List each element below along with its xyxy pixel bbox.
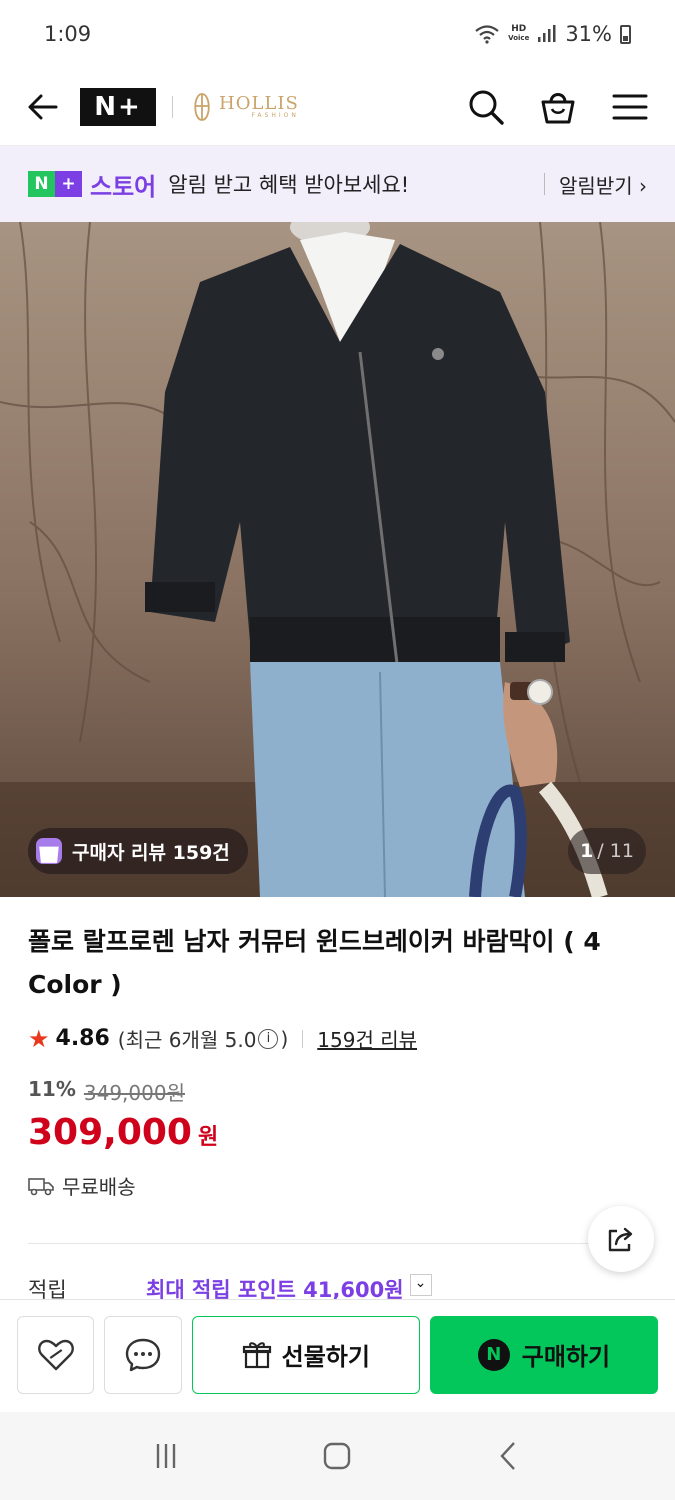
buy-button[interactable]: N 구매하기 [429,1315,658,1394]
nplus-store-logo[interactable]: N+ [80,87,156,126]
naver-pay-icon: N [477,1338,510,1371]
signal-icon [538,25,556,42]
review-chip-label: 구매자 리뷰 159건 [72,841,230,864]
discount-row: 11% 349,000원 [28,1077,648,1106]
menu-icon[interactable] [611,88,649,126]
buyer-review-chip[interactable]: 구매자 리뷰 159건 [28,828,248,874]
review-bag-icon [36,838,62,864]
bottom-action-bar: 선물하기 N 구매하기 [0,1299,675,1409]
shopping-bag-icon[interactable] [539,88,577,126]
wifi-icon [475,25,499,44]
battery-icon [620,24,631,44]
original-price: 349,000원 [83,1081,185,1105]
hd-voice-icon: HD Voice [508,24,530,43]
home-icon[interactable] [320,1439,354,1473]
nplus-badge: N + [28,171,82,197]
banner-store-label: 스토어 [90,172,157,201]
truck-icon [28,1177,54,1195]
battery-percent: 31% [565,22,612,46]
rating-divider [302,1029,304,1048]
notification-banner[interactable]: N + 스토어 알림 받고 혜택 받아보세요! 알림받기 › [0,146,675,222]
brand-sub: FASHION [251,111,299,119]
heart-icon [37,1339,74,1370]
recent-rating-close: ) [280,1026,289,1051]
shipping-label: 무료배송 [62,1175,136,1199]
star-icon: ★ [28,1024,50,1053]
currency-unit: 원 [197,1125,219,1150]
system-nav-bar [0,1412,675,1500]
brand-name: HOLLIS [219,92,299,114]
product-title: 폴로 랄프로렌 남자 커뮤터 윈드브레이커 바람막이 ( 4 Color ) [28,927,601,999]
sale-price-row: 309,000 원 [28,1112,648,1153]
gift-button[interactable]: 선물하기 [191,1315,420,1394]
header-divider [172,95,173,118]
app-header: N+ HOLLIS FASHION [0,68,675,146]
hollis-mark-icon [194,92,210,121]
back-arrow-icon[interactable] [26,90,60,124]
banner-message: 알림 받고 혜택 받아보세요! [168,173,410,197]
hollis-brand-logo[interactable]: HOLLIS FASHION [189,92,299,122]
shipping-row: 무료배송 [28,1171,648,1200]
gift-label: 선물하기 [281,1343,370,1371]
status-icons: HD Voice 31% [474,22,631,46]
search-icon[interactable] [467,88,505,126]
product-image-carousel[interactable]: 구매자 리뷰 159건 1/ 11 [0,222,675,897]
notify-button[interactable]: 알림받기 › [544,170,647,199]
recent-rating: (최근 6개월 5.0 [117,1028,257,1052]
points-label: 적립 [28,1278,67,1300]
system-back-icon[interactable] [492,1439,526,1473]
rating-value: 4.86 [55,1026,110,1051]
rating-row: ★ 4.86 (최근 6개월 5.0 i ) 159건 리뷰 [28,1024,648,1053]
points-row[interactable]: 적립 최대 적립 포인트 41,600원 ⌄ [28,1274,648,1300]
section-divider [28,1243,588,1244]
status-time: 1:09 [44,22,92,46]
image-page-counter: 1/ 11 [568,828,646,874]
discount-percent: 11% [28,1077,76,1101]
product-photo [0,222,675,897]
info-icon[interactable]: i [258,1028,279,1049]
gift-icon [242,1341,271,1368]
review-count-link[interactable]: 159건 리뷰 [317,1024,417,1053]
chevron-down-icon[interactable]: ⌄ [409,1274,432,1296]
points-value: 최대 적립 포인트 41,600원 [146,1278,404,1300]
recent-apps-icon[interactable] [149,1439,183,1473]
chat-button[interactable] [104,1315,182,1394]
share-icon [608,1227,633,1252]
sale-price: 309,000 [28,1112,192,1153]
share-button[interactable] [588,1206,654,1272]
buy-label: 구매하기 [521,1343,611,1371]
status-bar: 1:09 HD Voice 31% [0,0,675,68]
wishlist-button[interactable] [17,1315,95,1394]
chat-bubble-icon [125,1338,161,1371]
product-info: 폴로 랄프로렌 남자 커뮤터 윈드브레이커 바람막이 ( 4 Color ) ★… [28,920,648,1200]
